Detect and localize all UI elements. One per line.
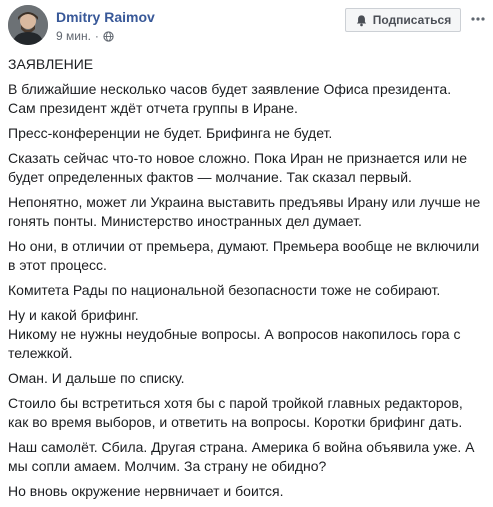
post-time[interactable]: 9 мин.	[56, 29, 91, 43]
author-name[interactable]: Dmitry Raimov	[56, 9, 155, 25]
post-paragraph: Непонятно, может ли Украина выставить пр…	[8, 193, 486, 231]
subscribe-label: Подписаться	[372, 13, 452, 27]
paragraph-line: Сам президент ждёт отчета группы в Иране…	[8, 100, 298, 116]
paragraph-line: Комитета Рады по национальной безопаснос…	[8, 282, 441, 298]
paragraph-line: тележкой.	[8, 345, 73, 361]
paragraph-line: Но вновь окружение нервничает и боится.	[8, 483, 284, 499]
paragraph-line: Но они, в отличии от премьера, думают. П…	[8, 238, 480, 254]
more-dots-icon[interactable]	[470, 11, 486, 27]
post-paragraph: Но они, в отличии от премьера, думают. П…	[8, 237, 486, 275]
post-text: ЗАЯВЛЕНИЕ В ближайшие несколько часов буд…	[8, 55, 486, 507]
avatar[interactable]	[8, 5, 48, 45]
subscribe-button[interactable]: Подписаться	[345, 8, 461, 32]
post-paragraph: ЗАЯВЛЕНИЕ	[8, 55, 486, 74]
paragraph-line: Никому не нужны неудобные вопросы. А воп…	[8, 326, 461, 342]
paragraph-line: Стоило бы встретиться хотя бы с парой тр…	[8, 395, 463, 411]
paragraph-line: Сказать сейчас что-то новое сложно. Пока…	[8, 150, 468, 166]
paragraph-line: как во время выборов, и ответить на вопр…	[8, 414, 463, 430]
post-header: Dmitry Raimov 9 мин. · Подписаться	[0, 0, 493, 52]
paragraph-line: гонять понты. Министерство иностранных д…	[8, 213, 362, 229]
post-paragraph: Но вновь окружение нервничает и боится.	[8, 482, 486, 501]
paragraph-line: Наш самолёт. Сбила. Другая страна. Амери…	[8, 439, 475, 455]
post-paragraph: Оман. И дальше по списку.	[8, 369, 486, 388]
post-meta: 9 мин. ·	[56, 29, 114, 43]
paragraph-line: Непонятно, может ли Украина выставить пр…	[8, 194, 481, 210]
globe-icon	[103, 30, 114, 42]
post-paragraph: В ближайшие несколько часов будет заявле…	[8, 80, 486, 118]
paragraph-line: Ну и какой брифинг.	[8, 307, 139, 323]
paragraph-line: в этот процесс.	[8, 257, 107, 273]
post-paragraph: Стоило бы встретиться хотя бы с парой тр…	[8, 394, 486, 432]
paragraph-line: мы сопли амаем. Молчим. За страну не оби…	[8, 458, 327, 474]
meta-separator: ·	[94, 29, 99, 43]
post-paragraph: Сказать сейчас что-то новое сложно. Пока…	[8, 149, 486, 187]
post-paragraph: Ну и какой брифинг. Никому не нужны неудо…	[8, 306, 486, 363]
paragraph-line: В ближайшие несколько часов будет заявле…	[8, 81, 452, 97]
post-paragraph: Комитета Рады по национальной безопаснос…	[8, 281, 486, 300]
bell-icon	[355, 14, 368, 27]
post-paragraph: Пресс-конференции не будет. Брифинга не …	[8, 124, 486, 143]
paragraph-line: Оман. И дальше по списку.	[8, 370, 185, 386]
paragraph-line: будет определенных фактов — молчание. Та…	[8, 169, 412, 185]
post-paragraph: Наш самолёт. Сбила. Другая страна. Амери…	[8, 438, 486, 476]
paragraph-line: ЗАЯВЛЕНИЕ	[8, 56, 94, 72]
paragraph-line: Пресс-конференции не будет. Брифинга не …	[8, 125, 333, 141]
